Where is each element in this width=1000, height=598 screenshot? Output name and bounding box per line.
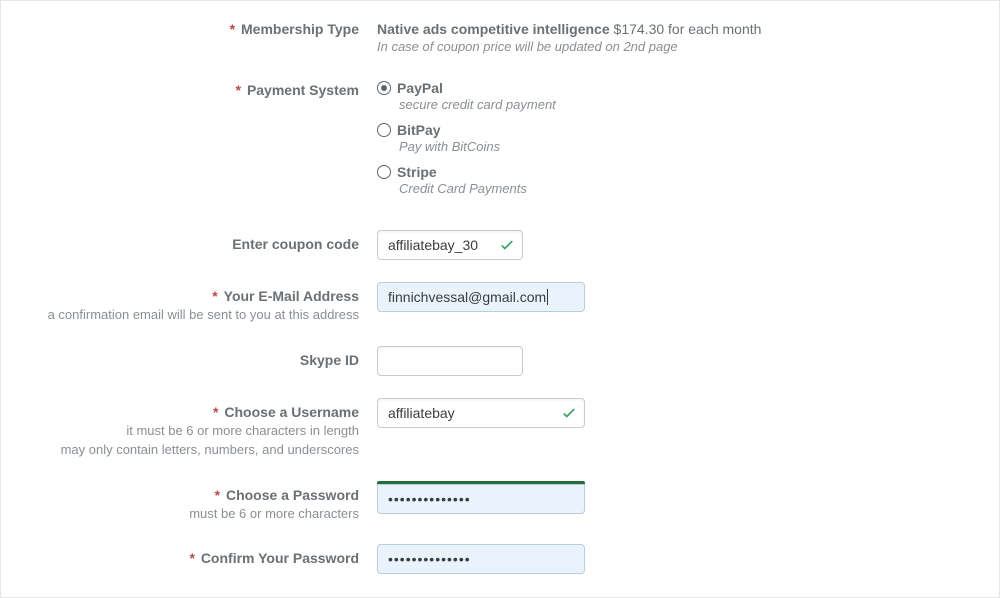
payment-option-label: PayPal	[397, 80, 443, 96]
username-label: Choose a Username	[224, 404, 359, 420]
skype-input[interactable]	[377, 346, 523, 376]
email-label: Your E-Mail Address	[224, 288, 359, 304]
payment-option-paypal[interactable]: PayPal secure credit card payment	[377, 80, 979, 112]
membership-type-label: Membership Type	[241, 21, 359, 37]
password-masked: ••••••••••••••	[388, 491, 471, 507]
text-cursor-icon	[547, 289, 548, 305]
skype-label: Skype ID	[300, 352, 359, 368]
row-skype: Skype ID	[1, 346, 999, 376]
membership-product: Native ads competitive intelligence	[377, 21, 610, 37]
payment-option-bitpay[interactable]: BitPay Pay with BitCoins	[377, 122, 979, 154]
label-col: * Membership Type	[1, 21, 377, 37]
payment-system-label: Payment System	[247, 82, 359, 98]
checkmark-icon	[500, 238, 514, 252]
email-value: finnichvessal@gmail.com	[388, 289, 546, 305]
username-input[interactable]: affiliatebay	[377, 398, 585, 428]
confirm-password-label: Confirm Your Password	[201, 550, 359, 566]
confirm-password-masked: ••••••••••••••	[388, 551, 471, 567]
username-value: affiliatebay	[388, 405, 455, 421]
membership-note: In case of coupon price will be updated …	[377, 39, 979, 54]
value-col: affiliatebay	[377, 398, 999, 428]
coupon-value: affiliatebay_30	[388, 237, 478, 253]
coupon-label: Enter coupon code	[232, 236, 359, 252]
value-col: affiliatebay_30	[377, 230, 999, 260]
payment-option-sub: Pay with BitCoins	[399, 139, 979, 154]
row-payment-system: * Payment System PayPal secure credit ca…	[1, 80, 999, 196]
label-col: * Payment System	[1, 80, 377, 98]
row-membership-type: * Membership Type Native ads competitive…	[1, 21, 999, 54]
required-asterisk: *	[213, 404, 218, 420]
required-asterisk: *	[230, 21, 235, 37]
radio-icon	[377, 81, 391, 95]
label-col: * Choose a Username it must be 6 or more…	[1, 398, 377, 459]
value-col: ••••••••••••••	[377, 481, 999, 514]
row-confirm-password: * Confirm Your Password ••••••••••••••	[1, 544, 999, 574]
payment-option-label: BitPay	[397, 122, 441, 138]
required-asterisk: *	[215, 487, 220, 503]
password-hint: must be 6 or more characters	[1, 505, 359, 523]
required-asterisk: *	[212, 288, 217, 304]
checkmark-icon	[562, 406, 576, 420]
payment-option-label: Stripe	[397, 164, 437, 180]
row-coupon: Enter coupon code affiliatebay_30	[1, 230, 999, 260]
username-hint1: it must be 6 or more characters in lengt…	[1, 422, 359, 440]
label-col: * Confirm Your Password	[1, 544, 377, 566]
payment-option-sub: Credit Card Payments	[399, 181, 979, 196]
email-input[interactable]: finnichvessal@gmail.com	[377, 282, 585, 312]
radio-icon	[377, 123, 391, 137]
label-col: * Choose a Password must be 6 or more ch…	[1, 481, 377, 523]
payment-option-stripe[interactable]: Stripe Credit Card Payments	[377, 164, 979, 196]
coupon-input[interactable]: affiliatebay_30	[377, 230, 523, 260]
value-col: PayPal secure credit card payment BitPay…	[377, 80, 999, 196]
password-input[interactable]: ••••••••••••••	[377, 484, 585, 514]
required-asterisk: *	[189, 550, 194, 566]
label-col: * Your E-Mail Address a confirmation ema…	[1, 282, 377, 324]
value-col: finnichvessal@gmail.com	[377, 282, 999, 312]
row-email: * Your E-Mail Address a confirmation ema…	[1, 282, 999, 324]
row-username: * Choose a Username it must be 6 or more…	[1, 398, 999, 459]
label-col: Enter coupon code	[1, 230, 377, 252]
payment-option-sub: secure credit card payment	[399, 97, 979, 112]
value-col	[377, 346, 999, 376]
email-hint: a confirmation email will be sent to you…	[1, 306, 359, 324]
confirm-password-input[interactable]: ••••••••••••••	[377, 544, 585, 574]
value-col: Native ads competitive intelligence $174…	[377, 21, 999, 54]
required-asterisk: *	[236, 82, 241, 98]
label-col: Skype ID	[1, 346, 377, 368]
membership-price: $174.30 for each month	[610, 21, 762, 37]
value-col: ••••••••••••••	[377, 544, 999, 574]
username-hint2: may only contain letters, numbers, and u…	[1, 441, 359, 459]
radio-icon	[377, 165, 391, 179]
row-password: * Choose a Password must be 6 or more ch…	[1, 481, 999, 523]
password-label: Choose a Password	[226, 487, 359, 503]
